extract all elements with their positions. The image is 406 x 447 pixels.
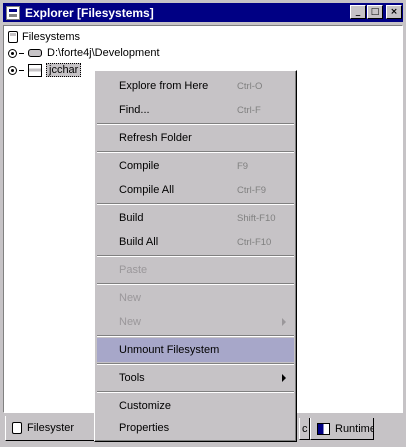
menu-item-refresh-folder[interactable]: Refresh Folder	[97, 126, 294, 150]
explorer-window: Explorer [Filesystems] _ □ × Filesystems…	[0, 0, 406, 447]
expand-node-icon[interactable]	[8, 65, 17, 75]
jar-archive-icon	[28, 63, 42, 77]
window-controls: _ □ ×	[350, 5, 402, 19]
menu-item-compile-all[interactable]: Compile All Ctrl-F9	[97, 178, 294, 202]
menu-item-paste: Paste	[119, 264, 148, 276]
tree-item-label: D:\forte4j\Development	[47, 47, 160, 59]
menu-separator	[97, 363, 294, 365]
menu-item-explore-from-here[interactable]: Explore from Here Ctrl-O	[97, 74, 294, 98]
title-bar[interactable]: Explorer [Filesystems] _ □ ×	[3, 3, 403, 22]
tab-runtime[interactable]: Runtime	[310, 418, 374, 440]
tree-connector	[19, 52, 24, 54]
close-button[interactable]: ×	[386, 5, 402, 19]
menu-separator	[97, 391, 294, 393]
maximize-icon: □	[370, 6, 380, 17]
runtime-icon	[317, 422, 330, 435]
tab-partially-hidden[interactable]: c	[299, 418, 310, 440]
tab-label: Filesyster	[27, 422, 75, 434]
tab-label: Runtime	[335, 422, 374, 435]
menu-item-properties[interactable]: Properties	[97, 416, 294, 440]
menu-item-new: New	[119, 292, 142, 304]
menu-separator	[97, 151, 294, 153]
menu-separator	[97, 283, 294, 285]
menu-item-compile[interactable]: Compile F9	[97, 154, 294, 178]
maximize-button[interactable]: □	[367, 5, 383, 19]
tree-root-label: Filesystems	[22, 31, 81, 43]
tree-item-jcchar[interactable]: jcchar	[8, 63, 82, 77]
minimize-button[interactable]: _	[350, 5, 366, 19]
window-title: Explorer [Filesystems]	[25, 5, 154, 20]
menu-item-customize[interactable]: Customize	[97, 394, 294, 418]
menu-item-build-all[interactable]: Build All Ctrl-F10	[97, 230, 294, 254]
menu-separator	[97, 335, 294, 337]
menu-separator	[97, 255, 294, 257]
menu-item-build[interactable]: Build Shift-F10	[97, 206, 294, 230]
tab-label: c	[302, 422, 308, 435]
tab-filesystems[interactable]: Filesyster	[5, 416, 100, 441]
menu-separator	[97, 203, 294, 205]
tree-item-label-selected: jcchar	[46, 63, 82, 77]
context-menu: Explore from Here Ctrl-O Find... Ctrl-F …	[94, 70, 297, 442]
menu-item-find[interactable]: Find... Ctrl-F	[97, 98, 294, 122]
expand-node-icon[interactable]	[8, 48, 17, 58]
menu-item-new-submenu: New	[97, 310, 294, 334]
minimize-icon: _	[355, 6, 361, 17]
explorer-window-icon	[6, 5, 20, 20]
menu-item-unmount-filesystem[interactable]: Unmount Filesystem	[97, 338, 294, 362]
menu-item-tools[interactable]: Tools	[97, 366, 294, 390]
tree-connector	[19, 69, 24, 71]
filesystems-icon	[8, 31, 18, 43]
submenu-arrow-icon	[282, 318, 286, 326]
filesystems-icon	[12, 422, 22, 434]
local-disk-icon	[28, 49, 42, 57]
tree-root[interactable]: Filesystems	[8, 30, 80, 44]
menu-separator	[97, 123, 294, 125]
tree-item-development[interactable]: D:\forte4j\Development	[8, 46, 160, 60]
submenu-arrow-icon	[282, 374, 286, 382]
close-icon: ×	[390, 6, 398, 17]
